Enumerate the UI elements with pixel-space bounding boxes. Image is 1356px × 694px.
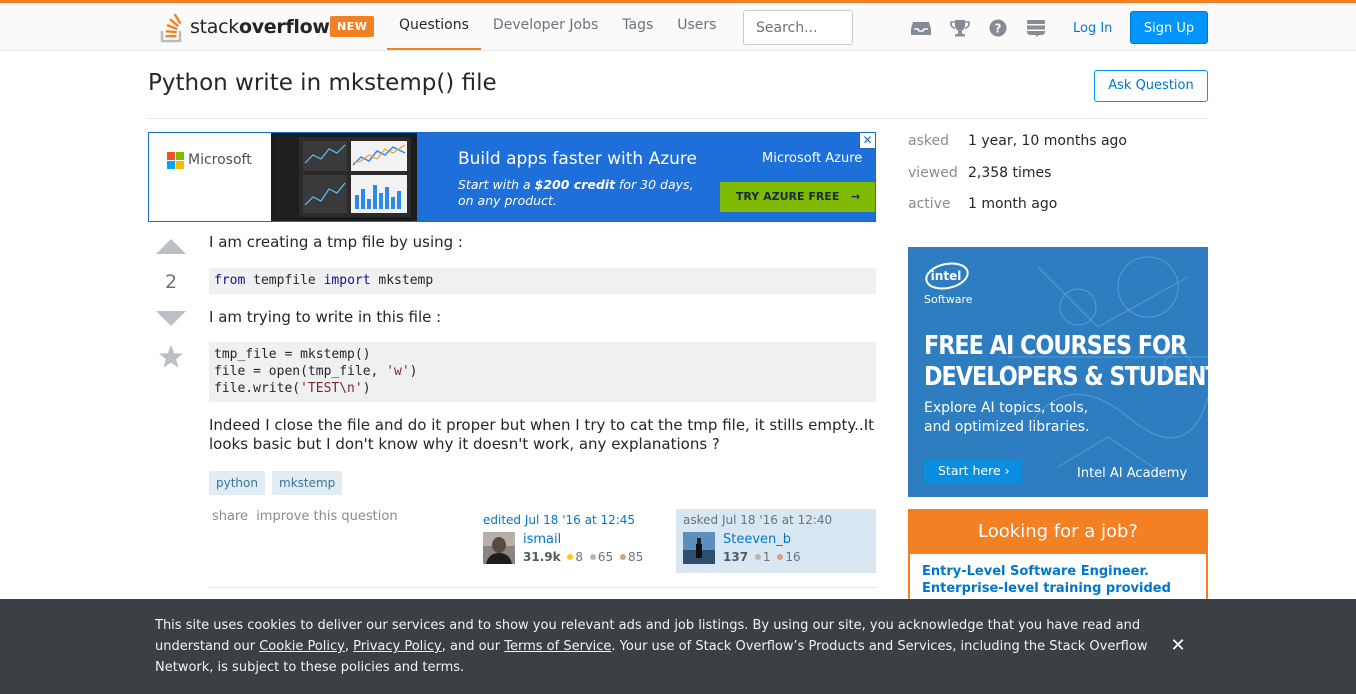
new-badge: NEW [330,16,375,37]
jobs-widget: Looking for a job? Entry-Level Software … [908,509,1208,609]
nav-users[interactable]: Users [665,3,728,50]
login-link[interactable]: Log In [1064,12,1121,45]
avatar[interactable] [683,532,715,564]
ad-subtext: Start with a $200 credit for 30 days, on … [458,177,694,208]
improve-question-link[interactable]: improve this question [256,509,397,524]
microsoft-logo-icon [167,152,184,169]
silver-badge-icon [754,554,761,560]
post-menu: share improve this question [212,509,402,524]
avatar[interactable] [483,532,515,564]
silver-badge-icon [589,554,596,560]
favorite-star-icon[interactable] [158,344,184,370]
nav-tags[interactable]: Tags [610,3,665,50]
ad-microsoft-name: Microsoft [188,152,252,168]
cookie-banner: This site uses cookies to deliver our se… [0,599,1356,694]
asked-timestamp: asked Jul 18 '16 at 12:40 [683,513,833,527]
stat-viewed: viewed 2,358 times [908,164,1052,181]
privacy-policy-link[interactable]: Privacy Policy [353,639,442,654]
stackoverflow-logo-icon [160,12,182,42]
question-body-paragraph: I am trying to write in this file : [209,308,442,326]
inbox-icon[interactable] [910,17,932,39]
ad-headline: Build apps faster with Azure [458,149,697,169]
stackoverflow-logo[interactable]: stackoverflow [160,10,330,43]
stat-asked: asked 1 year, 10 months ago [908,133,1127,149]
svg-text:?: ? [995,22,1002,36]
azure-ad-banner[interactable]: Microsoft Build apps faster with Azure S… [148,132,876,222]
upvote-arrow-icon[interactable] [156,236,186,256]
editor-username[interactable]: ismail [523,532,561,547]
downvote-arrow-icon[interactable] [156,309,186,329]
gold-badge-icon [567,554,574,560]
search-input[interactable] [743,10,853,45]
cookie-notice-text: This site uses cookies to deliver our se… [155,618,1148,675]
question-body-paragraph: I am creating a tmp file by using : [209,233,463,251]
intel-start-here-button[interactable]: Start here › [924,459,1021,483]
tag-python[interactable]: python [209,471,265,495]
job-listing-link[interactable]: Entry-Level Software Engineer. Enterprise… [922,563,1171,597]
svg-text:intel: intel [931,269,962,283]
signup-button[interactable]: Sign Up [1130,11,1208,44]
header-divider [148,118,1208,119]
tag-mkstemp[interactable]: mkstemp [272,471,343,495]
vote-count: 2 [164,271,178,293]
ad-dashboard-image [271,133,417,221]
stat-active: active 1 month ago [908,196,1058,212]
question-stats: asked 1 year, 10 months ago viewed 2,358 t… [908,133,1127,228]
ad-microsoft-panel: Microsoft [149,133,271,221]
owner-signature: asked Jul 18 '16 at 12:40 Steeven_b 137 … [676,509,876,573]
top-bar: stackoverflow NEW Questions Developer Jo… [0,0,1356,51]
intel-logo-icon: intel [925,262,969,290]
intel-ad-banner[interactable]: intel Software FREE AI COURSES FOR DEVELO… [908,247,1208,497]
logo-text: stackoverflow [190,15,330,38]
comments-divider [209,587,876,588]
ad-azure-brand: Microsoft Azure [762,151,863,166]
question-title[interactable]: Python write in mkstemp() file [148,70,497,96]
editor-reputation: 31.9k 8 65 85 [523,550,644,564]
help-icon[interactable]: ? [987,17,1009,39]
nav-developer-jobs[interactable]: Developer Jobs [481,3,610,50]
terms-of-service-link[interactable]: Terms of Service [504,639,611,654]
intel-software-label: Software [924,293,973,306]
owner-reputation: 137 1 16 [723,550,801,564]
question-body-paragraph: Indeed I close the file and do it proper… [209,416,875,453]
share-link[interactable]: share [212,509,248,524]
main-nav: Questions Developer Jobs Tags Users [387,3,728,50]
ad-close-icon[interactable]: ✕ [859,132,876,149]
edited-timestamp[interactable]: edited Jul 18 '16 at 12:45 [483,513,659,527]
ask-question-button[interactable]: Ask Question [1094,70,1208,102]
intel-ad-headline: FREE AI COURSES FOR DEVELOPERS & STUDENTS [924,331,1208,392]
ad-try-azure-button[interactable]: TRY AZURE FREE → [720,182,875,212]
cookie-close-icon[interactable]: ✕ [1167,635,1189,657]
bronze-badge-icon [620,554,626,560]
nav-questions[interactable]: Questions [387,3,481,50]
editor-signature: edited Jul 18 '16 at 12:45 ismail 31.9k … [476,509,666,573]
code-block: tmp_file = mkstemp() file = open(tmp_fil… [209,342,876,402]
cookie-policy-link[interactable]: Cookie Policy [259,639,345,654]
intel-ad-subtext: Explore AI topics, tools, and optimized l… [924,400,1090,435]
owner-username[interactable]: Steeven_b [723,532,791,547]
jobs-title: Looking for a job? [908,509,1208,554]
intel-academy-label: Intel AI Academy [1077,466,1188,481]
code-block: from tempfile import mkstemp [209,268,876,294]
achievements-icon[interactable] [949,17,971,39]
bronze-badge-icon [777,554,784,560]
stackexchange-icon[interactable] [1025,17,1047,39]
